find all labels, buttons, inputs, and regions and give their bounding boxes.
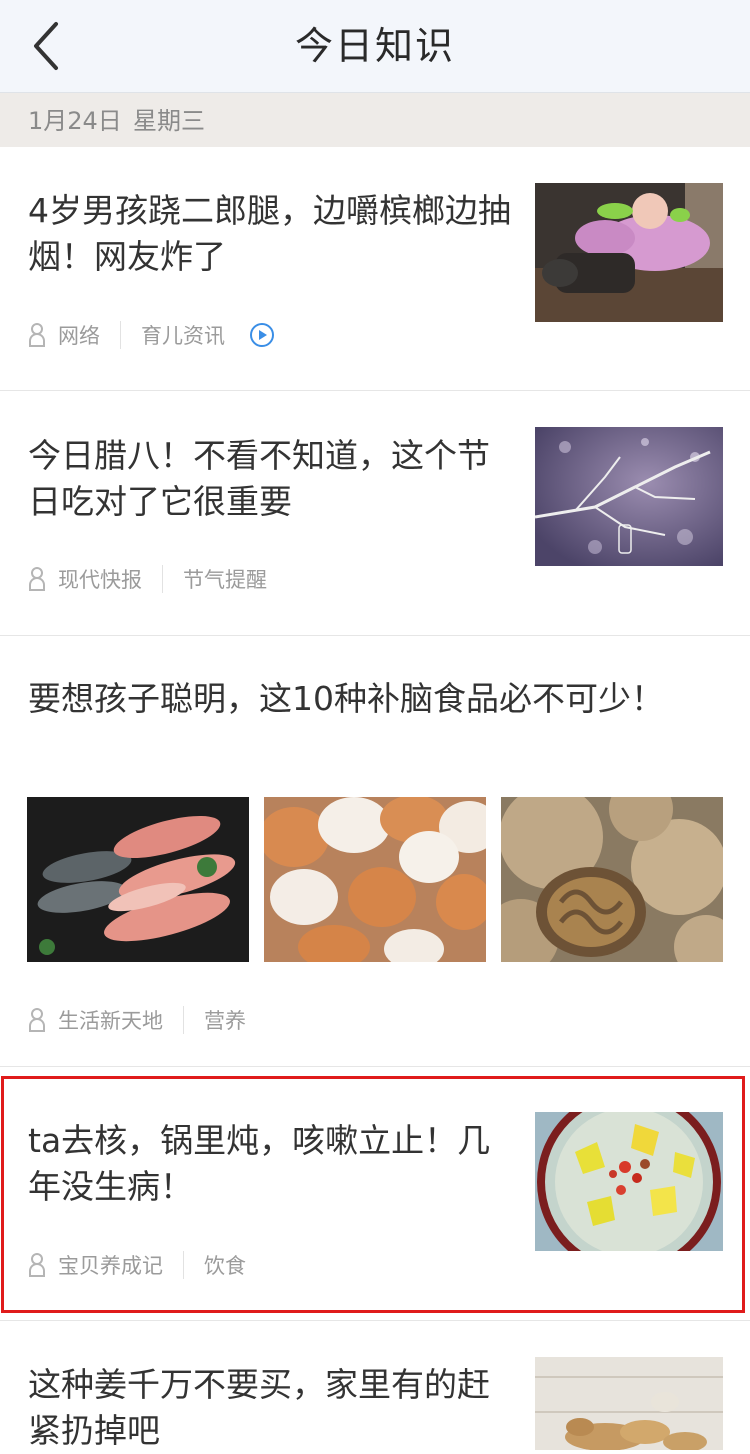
page-title: 今日知识 [294,24,455,68]
top-nav-bar: 今日知识 [0,0,750,93]
article-thumbnail[interactable] [535,1112,723,1251]
meta-divider [183,1251,184,1279]
date-bar: 1月24日 星期三 [0,93,750,147]
article-image-eggs[interactable] [264,797,486,962]
article-meta: 网络 育儿资讯 [28,320,275,350]
meta-divider [183,1006,184,1034]
article-category[interactable]: 节气提醒 [183,564,267,594]
article-meta: 生活新天地 营养 [28,1005,246,1035]
article-item[interactable]: 4岁男孩跷二郎腿，边嚼槟榔边抽烟！网友炸了 网络 育儿资讯 [0,148,750,390]
article-meta: 宝贝养成记 饮食 [28,1250,246,1280]
article-title[interactable]: 要想孩子聪明，这10种补脑食品必不可少！ [28,676,688,722]
article-image-fish[interactable] [27,797,249,962]
article-thumbnail[interactable] [535,1357,723,1450]
article-title[interactable]: 今日腊八！不看不知道，这个节日吃对了它很重要 [28,433,518,525]
user-icon [29,567,45,591]
article-title[interactable]: 这种姜千万不要买，家里有的赶紧扔掉吧 [28,1362,518,1454]
date-label: 1月24日 [28,107,122,135]
article-title[interactable]: 4岁男孩跷二郎腿，边嚼槟榔边抽烟！网友炸了 [28,188,518,280]
article-meta: 现代快报 节气提醒 [28,564,267,594]
article-source: 网络 [58,324,100,348]
article-image-walnuts[interactable] [501,797,723,962]
article-source: 现代快报 [58,568,142,592]
play-video-icon[interactable] [249,322,275,348]
meta-divider [120,321,121,349]
article-category[interactable]: 饮食 [204,1250,246,1280]
article-source: 生活新天地 [58,1009,163,1033]
article-item[interactable]: 这种姜千万不要买，家里有的赶紧扔掉吧 [0,1321,750,1450]
article-title[interactable]: ta去核，锅里炖，咳嗽立止！几年没生病！ [28,1118,518,1210]
article-category[interactable]: 营养 [204,1005,246,1035]
article-item[interactable]: 今日腊八！不看不知道，这个节日吃对了它很重要 现代快报 节气提醒 [0,391,750,635]
article-category[interactable]: 育儿资讯 [141,320,225,350]
meta-divider [162,565,163,593]
article-item-highlighted[interactable]: ta去核，锅里炖，咳嗽立止！几年没生病！ 宝贝养成记 饮食 [0,1067,750,1317]
user-icon [29,323,45,347]
article-source: 宝贝养成记 [58,1254,163,1278]
weekday-label: 星期三 [133,107,205,135]
user-icon [29,1253,45,1277]
user-icon [29,1008,45,1032]
article-thumbnail[interactable] [535,427,723,566]
article-thumbnail[interactable] [535,183,723,322]
